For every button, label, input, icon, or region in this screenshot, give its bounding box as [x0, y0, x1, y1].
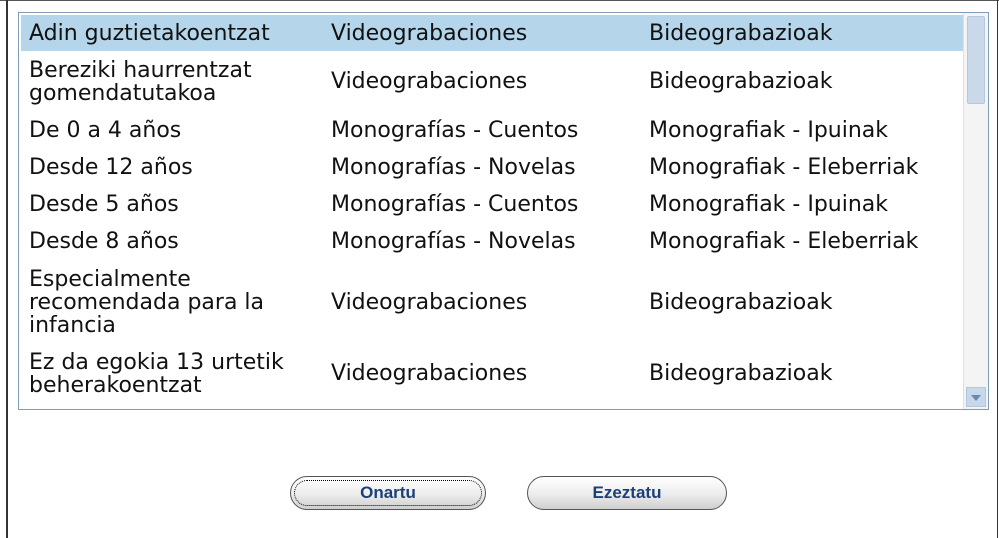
options-listbox[interactable]: Adin guztietakoentzat Videograbaciones B… [18, 12, 989, 410]
scrollbar-thumb[interactable] [967, 16, 985, 104]
list-item-basque-type: Monografiak - Eleberriak [649, 155, 919, 180]
vertical-scrollbar[interactable] [963, 13, 988, 409]
list-item-age-label: Adin guztietakoentzat [29, 20, 270, 46]
list-item-age-label: Desde 8 años [29, 229, 179, 254]
list-item-age-label: De 0 a 4 años [29, 118, 182, 143]
window-right-border [997, 0, 998, 538]
window-left-border [6, 0, 8, 538]
list-item-spanish-type: Videograbaciones [331, 290, 528, 315]
list-item-age-label: Bereziki haurrentzat gomendatutakoa [29, 57, 252, 106]
list-item-basque-type: Bideograbazioak [649, 290, 833, 315]
list-item-basque-type: Bideograbazioak [649, 69, 833, 94]
list-item[interactable]: Bereziki haurrentzat gomendatutakoa Vide… [21, 51, 965, 112]
list-item-basque-type: Bideograbazioak [649, 361, 833, 386]
list-item-spanish-type: Monografías - Novelas [331, 155, 576, 180]
listbox-rows: Adin guztietakoentzat Videograbaciones B… [21, 15, 965, 402]
list-item[interactable]: Desde 8 años Monografías - Novelas Monog… [21, 223, 965, 260]
list-item-basque-type: Monografiak - Ipuinak [649, 192, 889, 217]
list-item-spanish-type: Videograbaciones [331, 20, 528, 46]
list-item-age-label: Ez da egokia 13 urtetik beherakoentzat [29, 349, 284, 398]
list-item-basque-type: Monografiak - Eleberriak [649, 229, 919, 254]
accept-button[interactable]: Onartu [290, 476, 486, 510]
scroll-down-arrow-icon[interactable] [966, 387, 986, 407]
list-item-spanish-type: Videograbaciones [331, 361, 528, 386]
list-item[interactable]: Adin guztietakoentzat Videograbaciones B… [21, 15, 965, 51]
list-item[interactable]: Desde 5 años Monografías - Cuentos Monog… [21, 186, 965, 223]
list-item[interactable]: Desde 12 años Monografías - Novelas Mono… [21, 149, 965, 186]
cancel-button[interactable]: Ezeztatu [527, 476, 727, 510]
list-item-spanish-type: Monografías - Cuentos [331, 192, 579, 217]
list-item-basque-type: Bideograbazioak [649, 20, 833, 46]
list-item-spanish-type: Monografías - Novelas [331, 229, 576, 254]
list-item-age-label: Desde 12 años [29, 155, 193, 180]
window-top-border [0, 0, 999, 1]
list-item-age-label: Especialmente recomendada para la infanc… [29, 267, 265, 338]
list-item[interactable]: Ez da egokia 13 urtetik beherakoentzat V… [21, 345, 965, 402]
list-item-spanish-type: Monografías - Cuentos [331, 118, 579, 143]
list-item[interactable]: Especialmente recomendada para la infanc… [21, 260, 965, 345]
list-item-age-label: Desde 5 años [29, 192, 179, 217]
list-item[interactable]: De 0 a 4 años Monografías - Cuentos Mono… [21, 112, 965, 149]
list-item-basque-type: Monografiak - Ipuinak [649, 118, 889, 143]
list-item-spanish-type: Videograbaciones [331, 69, 528, 94]
